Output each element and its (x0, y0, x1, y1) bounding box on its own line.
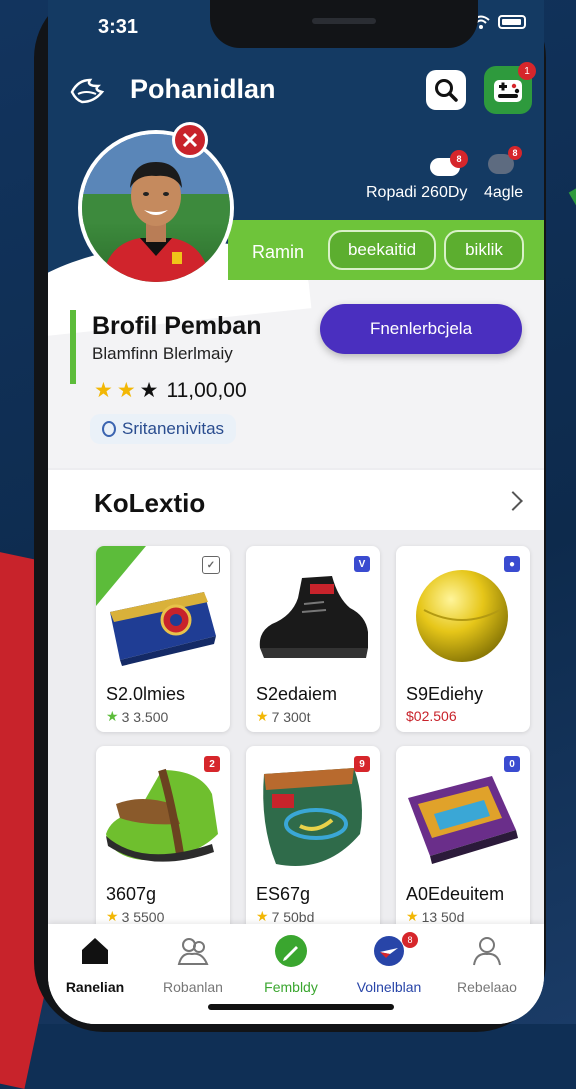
card-price: ★ 7 50bd (256, 908, 315, 925)
card-badge: 0 (504, 756, 520, 772)
rating-value: 11,00,00 (166, 378, 247, 402)
home-icon (82, 938, 108, 964)
wallet-image (408, 776, 518, 864)
game-button[interactable]: 1 (484, 62, 536, 114)
stat-badge-left: 8 (450, 150, 468, 168)
collection-card[interactable]: S2.0lmies ★ 3 3.500 ✓ (96, 546, 230, 732)
home-indicator (208, 1004, 394, 1010)
star-icon: ★ (256, 708, 269, 724)
notch (210, 0, 478, 48)
nav-label: Robanlan (163, 979, 223, 995)
nav-item-home[interactable]: Ranelian (50, 934, 140, 995)
primary-action-button[interactable]: Fnenlerbcjela (320, 304, 522, 354)
card-badge: ✓ (202, 556, 220, 574)
card-price: ★ 3 3.500 (106, 708, 169, 725)
card-name: S9Ediehy (406, 684, 484, 704)
card-badge: 9 (354, 756, 370, 772)
nav-item-profile[interactable]: Rebelaao (442, 934, 532, 995)
player-portrait (82, 134, 230, 282)
nav-label: Volnelblan (356, 979, 422, 995)
ring-icon (102, 421, 116, 437)
people-icon (177, 938, 209, 965)
tab-beekaitid[interactable]: beekaitid (328, 230, 436, 270)
collection-card[interactable]: 3607g ★ 3 5500 2 (96, 746, 230, 932)
card-badge: ● (504, 556, 520, 572)
bag-image (110, 592, 216, 666)
collection-card[interactable]: A0Edeuitem ★ 13 50d 0 (396, 746, 530, 932)
card-name: S2.0lmies (106, 684, 186, 704)
card-name: S2edaiem (256, 684, 338, 704)
stat-label-right: 4agle (484, 184, 524, 201)
card-name: A0Edeuitem (406, 884, 505, 904)
profile-icon (473, 937, 501, 966)
compass-icon (374, 936, 404, 966)
rating-row: ★ ★ ★ 11,00,00 (94, 378, 247, 403)
search-button[interactable] (426, 70, 466, 110)
star-icon: ★ (94, 379, 113, 402)
card-badge: 2 (204, 756, 220, 772)
collection-title: KoLextio (94, 488, 206, 518)
star-icon: ★ (256, 908, 269, 924)
star-icon: ★ (406, 908, 419, 924)
card-price: ★ 3 5500 (106, 908, 165, 925)
profile-accent-bar (70, 310, 76, 384)
stat-label-left: Ropadi 260Dy (366, 184, 468, 201)
nav-label: Ranelian (65, 979, 125, 995)
notification-badge: 1 (518, 62, 536, 80)
battery-icon (498, 15, 526, 29)
nav-label: Rebelaao (457, 979, 517, 995)
card-price: ★ 7 300t (256, 708, 311, 725)
card-name: ES67g (256, 884, 311, 904)
app-title: Pohanidlan (130, 74, 276, 104)
tag-label: Sritanenivitas (122, 419, 225, 438)
search-icon (435, 79, 458, 102)
boot-image (259, 576, 368, 658)
pouch-image (263, 768, 362, 866)
card-price: $02.506 (406, 708, 457, 724)
avatar[interactable] (78, 130, 234, 286)
tab-biklik[interactable]: biklik (444, 230, 524, 270)
card-price: ★ 13 50d (406, 908, 465, 925)
tab-ramin[interactable]: Ramin (252, 242, 304, 263)
collection-card[interactable]: S9Ediehy $02.506 ● (396, 546, 530, 732)
nav-label: Fembldy (264, 979, 318, 995)
app-screen: 3:31 Pohanidlan 1 8 8 Ropadi 260Dy 4agle… (48, 0, 544, 1024)
collection-card[interactable]: ES67g ★ 7 50bd 9 (246, 746, 380, 932)
nav-item-edit[interactable]: Fembldy (246, 934, 336, 995)
shoe-image (106, 768, 218, 862)
stat-badge-right: 8 (508, 146, 522, 160)
collection-card[interactable]: S2edaiem ★ 7 300t V (246, 546, 380, 732)
app-logo-icon (70, 78, 105, 104)
star-icon: ★ (106, 908, 119, 924)
avatar-photo (82, 134, 230, 282)
profile-name: Brofil Pemban (92, 312, 262, 340)
nav-item-people[interactable]: Robanlan (148, 934, 238, 995)
ball-image (416, 570, 508, 662)
tag-chip[interactable]: Sritanenivitas (90, 414, 237, 444)
star-icon: ★ (139, 379, 159, 402)
card-badge: V (354, 556, 370, 572)
star-icon: ★ (116, 379, 136, 402)
status-time: 3:31 (98, 16, 139, 38)
card-name: 3607g (106, 884, 157, 904)
club-badge-icon (172, 122, 208, 158)
nav-badge: 8 (402, 932, 418, 948)
star-icon: ★ (106, 708, 119, 724)
profile-subtitle: Blamfinn Blerlmaiy (92, 344, 233, 363)
nav-item-explore[interactable]: 8 Volnelblan (344, 932, 434, 995)
pencil-icon (275, 935, 307, 967)
